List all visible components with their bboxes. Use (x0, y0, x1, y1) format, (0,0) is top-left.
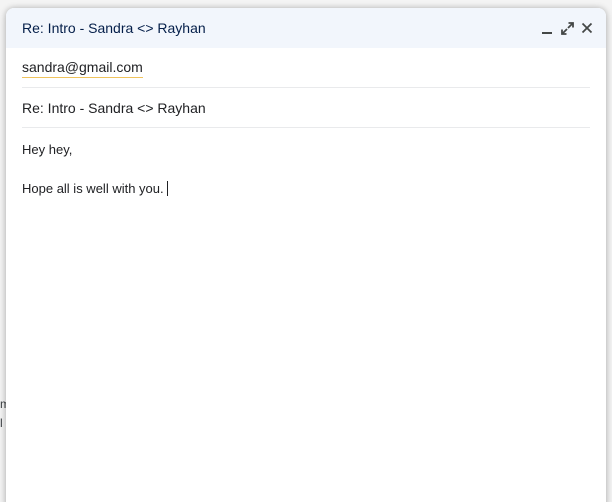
subject-input[interactable]: Re: Intro - Sandra <> Rayhan (22, 100, 206, 116)
close-icon[interactable] (580, 21, 594, 35)
message-body[interactable]: Hey hey, Hope all is well with you. (6, 128, 606, 211)
recipient-chip[interactable]: sandra@gmail.com (22, 58, 143, 78)
text-cursor (166, 181, 168, 196)
compose-header[interactable]: Re: Intro - Sandra <> Rayhan (6, 8, 606, 48)
body-line (22, 160, 590, 180)
window-controls (540, 21, 594, 35)
compose-window: Re: Intro - Sandra <> Rayhan sandra@gmai… (6, 8, 606, 502)
background-text-fragment: l (0, 416, 3, 430)
body-line: Hey hey, (22, 142, 73, 157)
to-field[interactable]: sandra@gmail.com (22, 48, 590, 88)
expand-icon[interactable] (560, 21, 574, 35)
body-line-current: Hope all is well with you. (22, 179, 590, 199)
body-line-text: Hope all is well with you. (22, 181, 164, 196)
page: m l Re: Intro - Sandra <> Rayhan sandra@… (0, 0, 612, 502)
compose-title: Re: Intro - Sandra <> Rayhan (22, 20, 206, 36)
subject-field[interactable]: Re: Intro - Sandra <> Rayhan (22, 88, 590, 128)
minimize-icon[interactable] (540, 21, 554, 35)
